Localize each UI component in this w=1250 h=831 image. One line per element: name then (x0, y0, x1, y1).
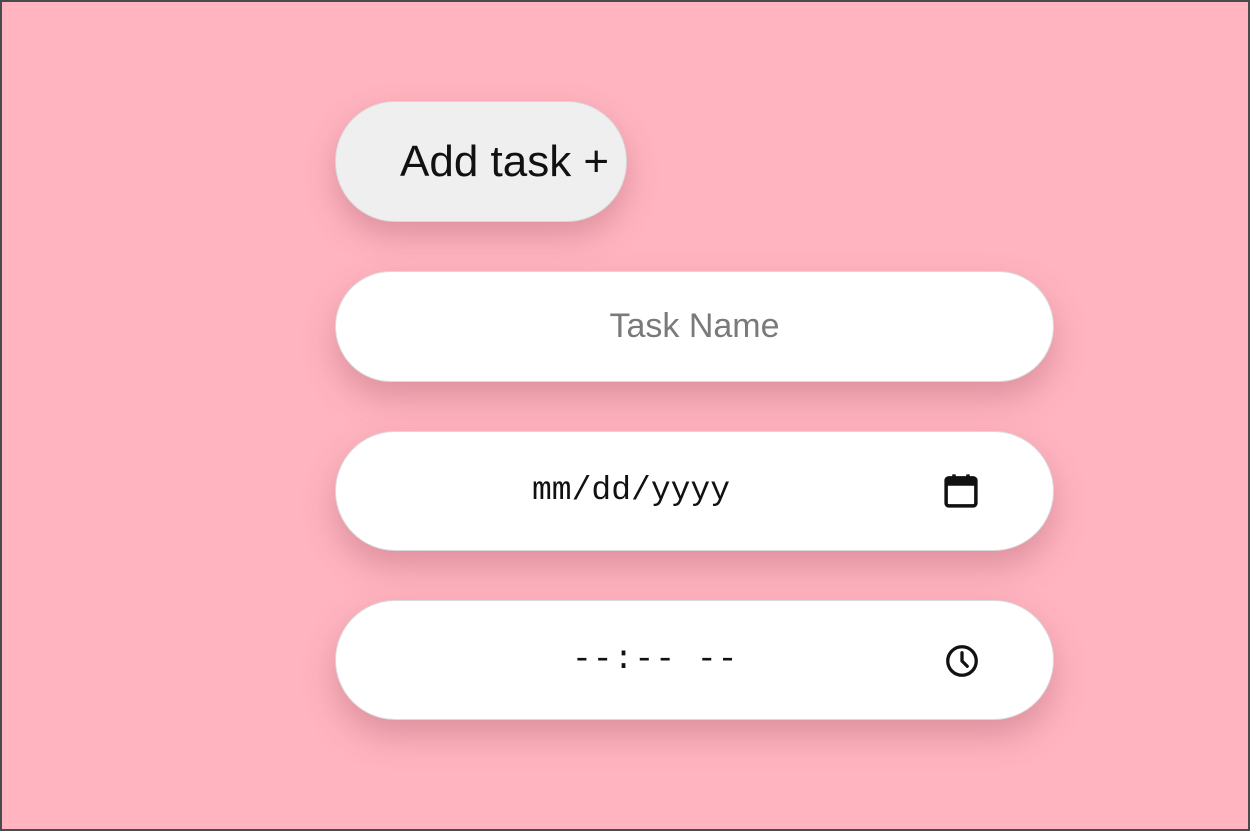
task-name-placeholder: Task Name (609, 307, 780, 345)
calendar-icon[interactable] (940, 470, 982, 512)
date-input-text: mm/dd/yyyy (532, 472, 731, 509)
time-input-text: --:-- -- (572, 641, 739, 678)
clock-icon[interactable] (944, 643, 980, 679)
time-input[interactable]: --:-- -- (335, 600, 1054, 720)
date-input[interactable]: mm/dd/yyyy (335, 431, 1054, 551)
task-name-field[interactable]: Task Name (335, 271, 1054, 382)
add-task-button[interactable]: Add task + (335, 101, 627, 222)
